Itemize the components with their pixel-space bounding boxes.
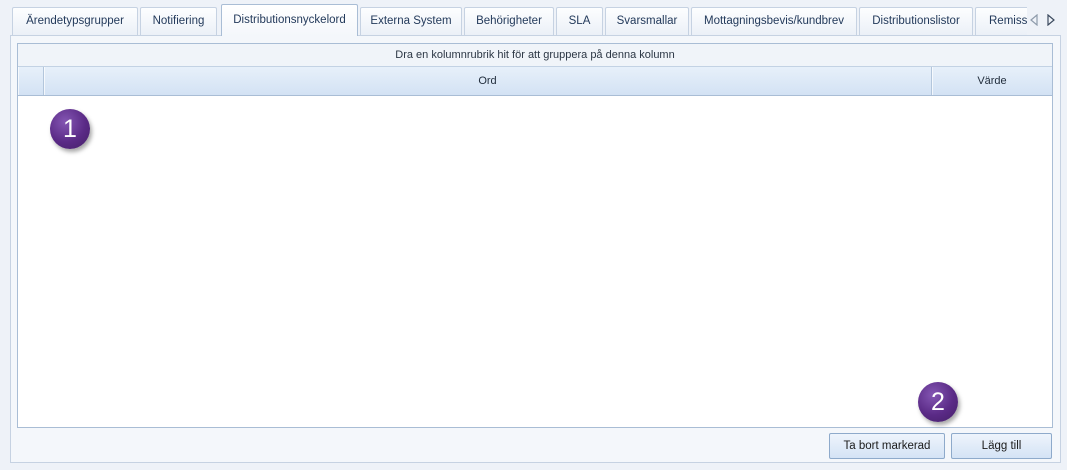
- tab-remiss[interactable]: Remiss: [975, 7, 1027, 35]
- tab-scroll-right-button[interactable]: [1046, 14, 1056, 26]
- tab-strip: Ärendetypsgrupper Notifiering Distributi…: [0, 0, 1027, 36]
- tab-scroll-left-button[interactable]: [1029, 14, 1039, 26]
- callout-badge-2: 2: [918, 382, 958, 422]
- tab-sla[interactable]: SLA: [556, 7, 603, 35]
- tab-distributionslistor[interactable]: Distributionslistor: [859, 7, 973, 35]
- triangle-left-icon: [1030, 14, 1038, 26]
- add-button[interactable]: Lägg till: [951, 433, 1052, 459]
- callout-badge-1: 1: [50, 109, 90, 149]
- tab-arendetypsgrupper[interactable]: Ärendetypsgrupper: [12, 7, 138, 35]
- column-header-ord[interactable]: Ord: [44, 67, 932, 95]
- tab-distributionsnyckelord[interactable]: Distributionsnyckelord: [221, 4, 358, 36]
- remove-selected-button[interactable]: Ta bort markerad: [829, 433, 945, 459]
- tab-externa-system[interactable]: Externa System: [360, 7, 462, 35]
- triangle-right-icon: [1047, 14, 1055, 26]
- tab-behorigheter[interactable]: Behörigheter: [464, 7, 554, 35]
- grid-body[interactable]: [18, 96, 1052, 427]
- column-header-varde[interactable]: Värde: [932, 67, 1052, 95]
- grid-header-row: Ord Värde: [18, 67, 1052, 96]
- group-by-panel[interactable]: Dra en kolumnrubrik hit för att gruppera…: [18, 44, 1052, 67]
- row-indicator-header: [18, 67, 44, 95]
- group-by-hint: Dra en kolumnrubrik hit för att gruppera…: [395, 49, 675, 61]
- tab-mottagningsbevis-kundbrev[interactable]: Mottagningsbevis/kundbrev: [691, 7, 857, 35]
- keywords-grid: Dra en kolumnrubrik hit för att gruppera…: [17, 43, 1053, 428]
- tab-content-panel: Dra en kolumnrubrik hit för att gruppera…: [10, 35, 1061, 463]
- tab-notifiering[interactable]: Notifiering: [140, 7, 217, 35]
- tab-svarsmallar[interactable]: Svarsmallar: [605, 7, 689, 35]
